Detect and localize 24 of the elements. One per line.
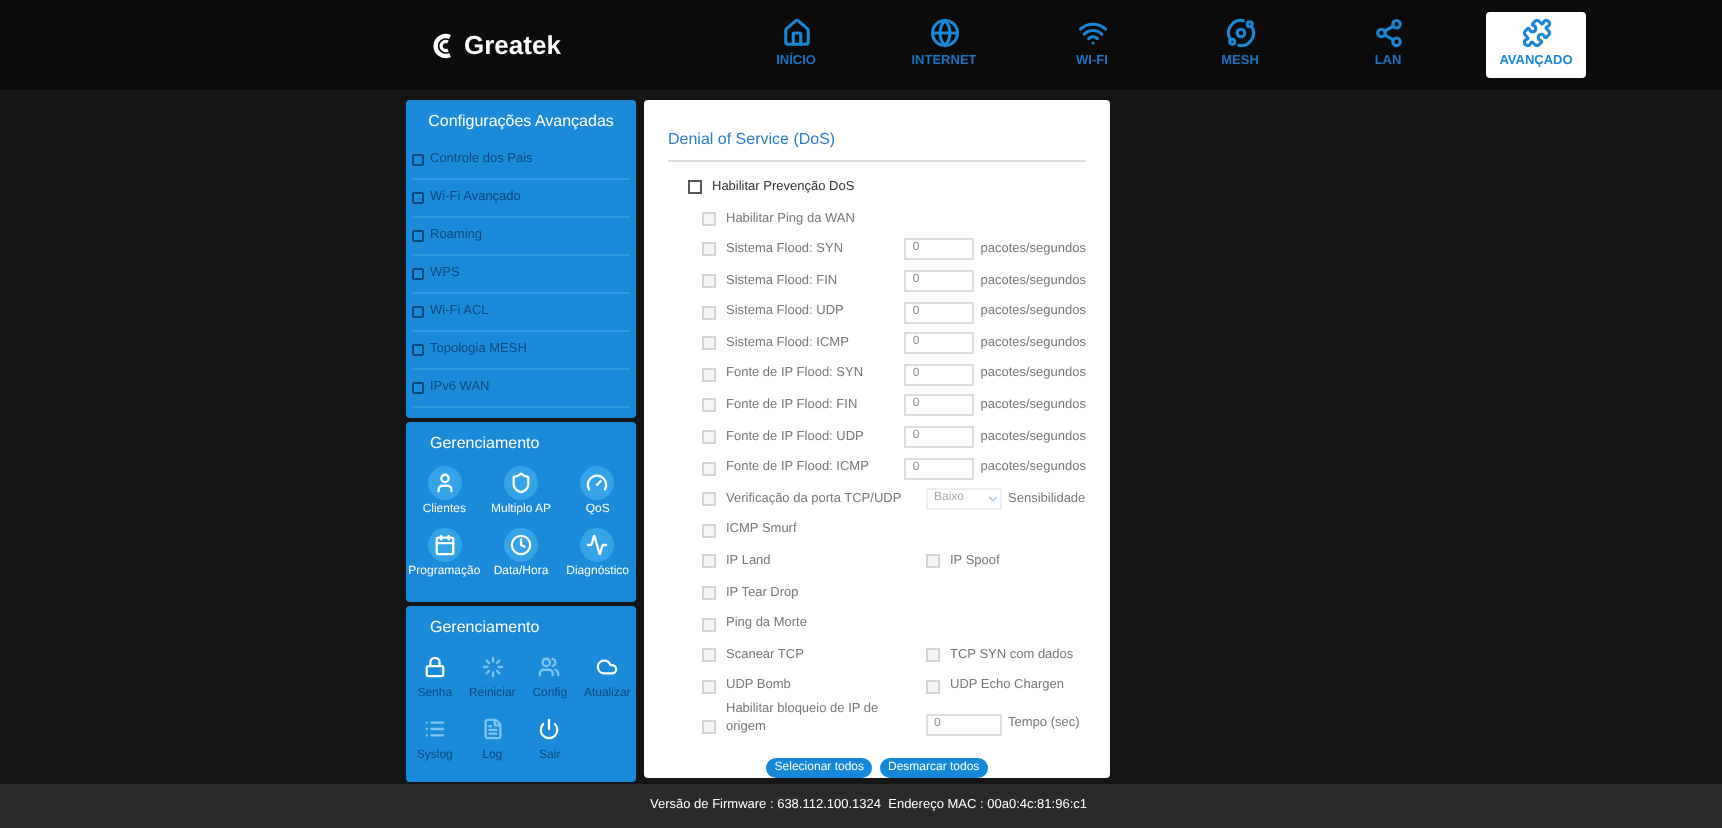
list-icon	[423, 718, 446, 740]
spinner-icon	[481, 656, 504, 678]
panel-title: Configurações Avançadas	[426, 110, 616, 134]
calendar-icon	[433, 534, 456, 556]
panel-title: Gerenciamento	[428, 616, 542, 640]
pulse-icon	[586, 534, 609, 556]
checkbox[interactable]	[688, 180, 702, 195]
document-icon	[481, 718, 504, 740]
gauge-icon	[586, 472, 609, 494]
clock-icon	[509, 534, 532, 556]
caret-icon	[986, 492, 1000, 507]
section-title: Denial of Service (DoS)	[668, 128, 1086, 162]
puzzle-icon	[1521, 18, 1551, 49]
people-icon	[538, 656, 561, 678]
cloud-icon	[596, 656, 619, 678]
panel-title: Gerenciamento	[428, 432, 542, 456]
logo-text: Greatek	[464, 27, 561, 64]
wifi-icon	[1077, 18, 1107, 49]
lock-icon	[423, 656, 446, 678]
home-icon	[781, 18, 811, 49]
power-icon	[538, 718, 561, 740]
user-icon	[433, 472, 456, 494]
network-icon	[1373, 18, 1403, 49]
shield-icon	[509, 472, 532, 494]
